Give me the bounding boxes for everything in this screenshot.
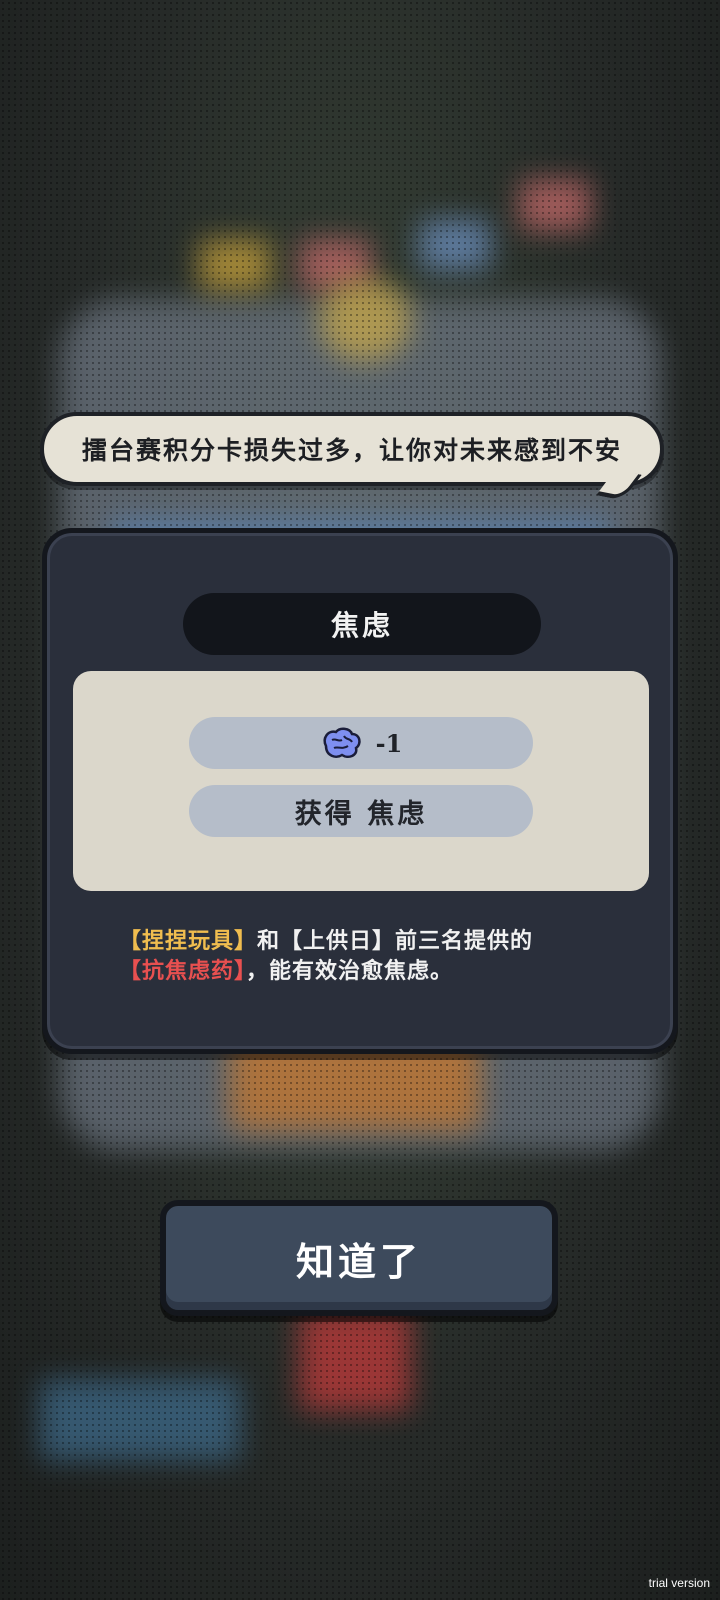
gain-text: 获得 焦虑 (294, 798, 428, 830)
speech-bubble: 擂台赛积分卡损失过多，让你对未来感到不安 (40, 412, 664, 501)
desc-text-2: ，能有效治愈焦虑。 (246, 959, 454, 984)
effect-card: -1 获得 焦虑 (73, 671, 649, 891)
stat-value: -1 (375, 728, 403, 758)
brain-icon (323, 727, 361, 758)
gain-row: 获得 焦虑 (189, 785, 533, 837)
acknowledge-button[interactable]: 知道了 (160, 1200, 558, 1316)
desc-text-1: 和【上供日】前三名提供的 (257, 929, 534, 954)
status-dialog: 焦虑 -1 获得 焦虑 【捏捏玩具】和【上供日】前三名提供的 【抗焦虑药】，能有效… (42, 528, 678, 1054)
description: 【捏捏玩具】和【上供日】前三名提供的 【抗焦虑药】，能有效治愈焦虑。 (119, 927, 639, 987)
desc-highlight-medicine: 【抗焦虑药】 (119, 959, 247, 984)
stat-change-row: -1 (189, 717, 533, 769)
desc-highlight-toy: 【捏捏玩具】 (119, 929, 258, 954)
dialog-title: 焦虑 (183, 593, 541, 655)
watermark: trial version (648, 1576, 710, 1590)
bubble-text: 擂台赛积分卡损失过多，让你对未来感到不安 (81, 436, 622, 465)
